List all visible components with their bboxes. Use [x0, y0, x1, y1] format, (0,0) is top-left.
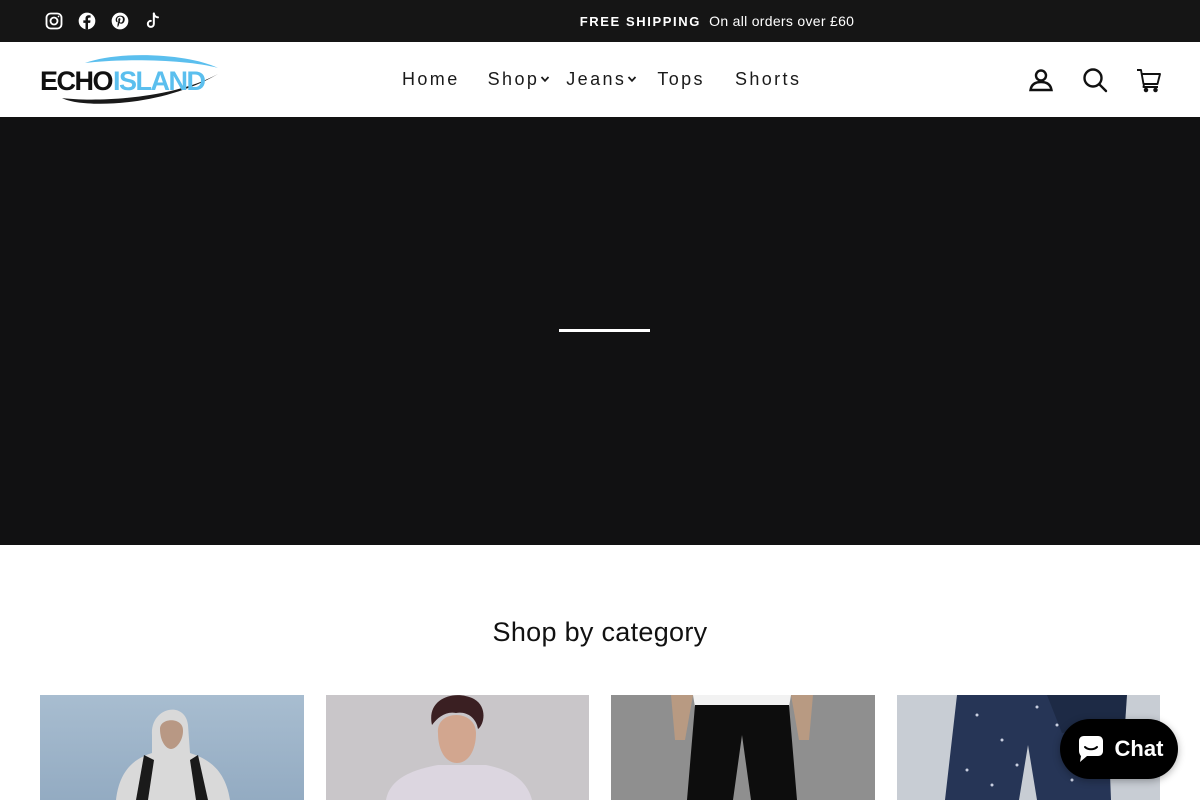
slide-progress-bar	[559, 329, 650, 332]
site-header: ECHO ISLAND Home Shop Jeans Tops Shorts	[0, 42, 1200, 117]
nav-tops-label: Tops	[657, 68, 705, 89]
svg-text:ECHO: ECHO	[40, 66, 113, 96]
nav-shorts-label: Shorts	[734, 68, 802, 89]
search-icon[interactable]	[1082, 67, 1108, 93]
account-icon[interactable]	[1028, 67, 1054, 93]
cart-icon[interactable]	[1136, 67, 1162, 93]
chat-label: Chat	[1114, 736, 1164, 761]
hero-slideshow[interactable]	[0, 117, 1200, 545]
chat-button[interactable]: Chat	[1060, 719, 1178, 779]
nav-home[interactable]: Home	[388, 69, 474, 90]
category-card-tshirt[interactable]	[325, 695, 589, 800]
header-actions	[1028, 66, 1162, 94]
nav-home-label: Home	[402, 68, 460, 89]
category-card-jeans[interactable]	[611, 695, 875, 800]
nav-shorts[interactable]: Shorts	[719, 69, 815, 90]
chat-bubble-icon	[1075, 733, 1107, 765]
svg-text:ISLAND: ISLAND	[113, 66, 206, 96]
nav-tops[interactable]: Tops	[643, 69, 719, 90]
category-grid	[40, 695, 1160, 800]
nav-jeans-label: Jeans	[566, 68, 627, 89]
category-card-hoodie[interactable]	[40, 695, 304, 800]
echoisland-logo[interactable]: ECHO ISLAND	[40, 52, 220, 106]
main-nav: Home Shop Jeans Tops Shorts	[388, 66, 815, 92]
nav-jeans[interactable]: Jeans	[556, 69, 643, 90]
nav-shop-label: Shop	[487, 68, 540, 89]
nav-shop[interactable]: Shop	[474, 69, 557, 90]
announcement-message[interactable]: FREE SHIPPING On all orders over £60	[0, 12, 1200, 31]
announcement-bar: FREE SHIPPING On all orders over £60	[0, 0, 1200, 42]
section-title: Shop by category	[492, 617, 708, 647]
announcement-text: On all orders over £60	[709, 13, 855, 29]
announcement-strong: FREE SHIPPING	[579, 14, 701, 29]
chevron-down-icon	[627, 74, 637, 84]
chevron-down-icon	[540, 74, 550, 84]
